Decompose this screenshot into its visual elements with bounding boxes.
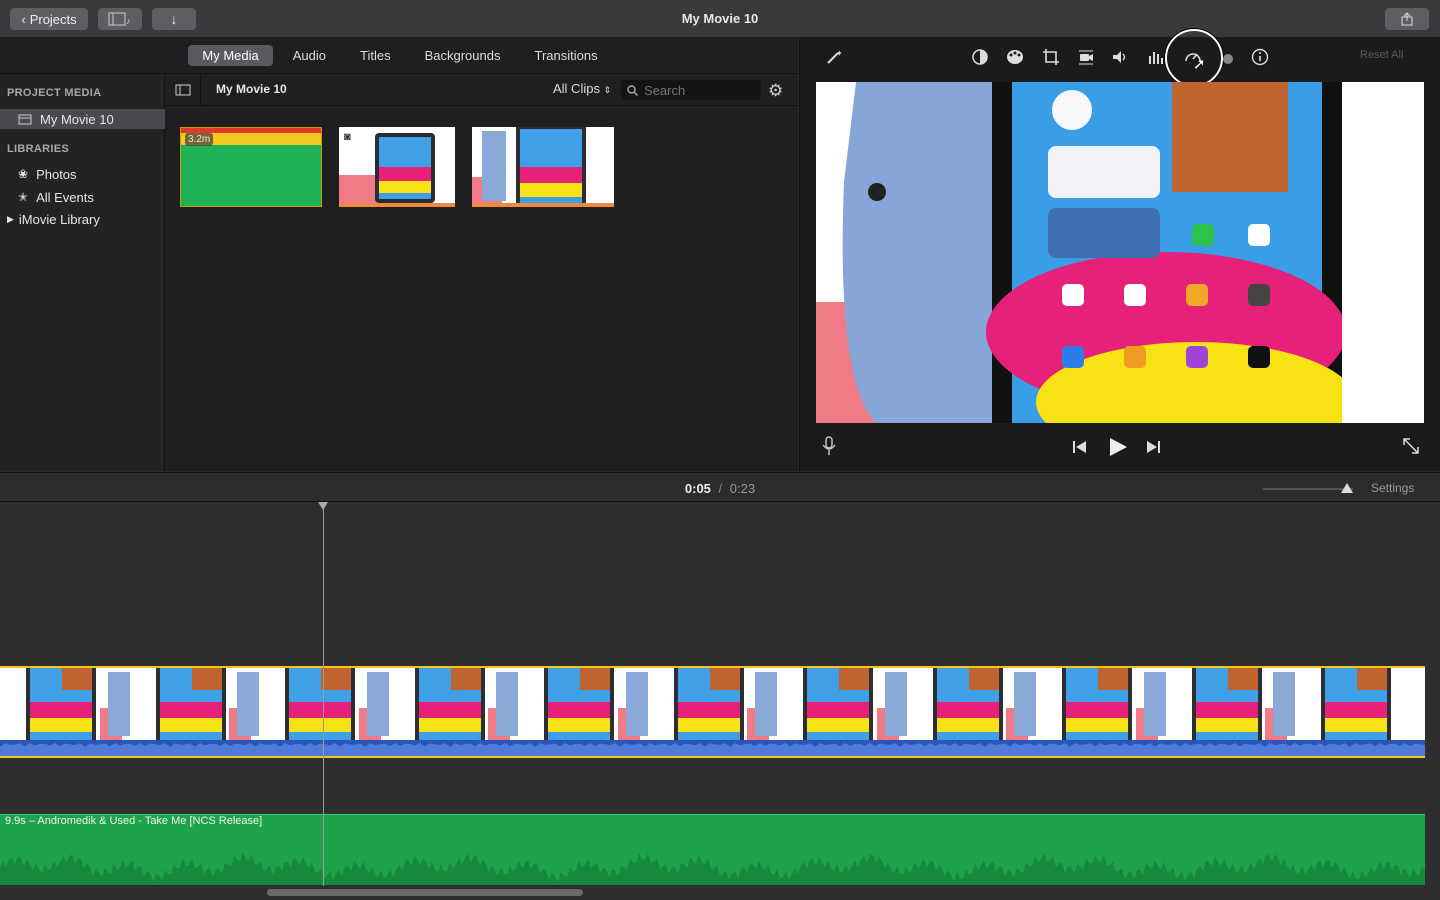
volume-icon[interactable] [1109,46,1131,68]
reset-all-button[interactable]: Reset All [1360,49,1403,61]
noise-reduction-icon[interactable] [1217,46,1239,68]
share-button[interactable] [1385,8,1429,30]
settings-button[interactable]: Settings [1371,481,1414,495]
filmstrip-frame [747,668,877,740]
filmstrip-frame [1265,668,1395,740]
timeline: 9.9s – Andromedik & Used - Take Me [NCS … [0,502,1440,900]
search-icon [627,84,638,96]
filmstrip-frame [1006,668,1136,740]
zoom-slider[interactable] [1263,483,1353,493]
sidebar-icon [175,84,190,96]
video-clip[interactable] [0,666,1425,758]
filmstrip-frame [488,668,618,740]
info-icon[interactable] [1249,46,1271,68]
skip-back-icon[interactable] [1072,439,1088,458]
audio-clip[interactable]: 9.9s – Andromedik & Used - Take Me [NCS … [0,814,1425,885]
tab-titles[interactable]: Titles [346,45,405,66]
microphone-icon[interactable] [822,436,836,461]
tab-backgrounds[interactable]: Backgrounds [411,45,515,66]
sidebar-item-photos[interactable]: ❀ Photos [0,164,165,184]
filmstrip-frame [358,668,489,740]
clip-filter-select[interactable]: All Clips ⇕ [553,81,611,96]
magic-wand-icon[interactable]: ✦ [823,46,845,68]
clip-filmstrip [0,668,1425,740]
clip-audio-waveform [0,740,1425,756]
updown-icon: ⇕ [603,85,612,95]
svg-text:✦: ✦ [836,49,843,58]
playhead[interactable] [318,502,328,886]
horizontal-scrollbar[interactable] [267,889,583,896]
event-title: My Movie 10 [216,82,287,96]
project-media-heading: PROJECT MEDIA [7,87,102,99]
disclosure-triangle-icon: ▶ [7,213,14,224]
sidebar-toggle-button[interactable] [165,74,201,106]
video-preview [816,82,1424,423]
star-icon: ✭ [18,190,29,204]
sidebar-item-my-movie[interactable]: My Movie 10 [0,109,165,129]
media-browser: My Media Audio Titles Backgrounds Transi… [0,38,798,471]
play-icon[interactable] [1107,436,1129,461]
photos-icon: ❀ [18,167,29,181]
libraries-heading: LIBRARIES [7,143,69,155]
skip-forward-icon[interactable] [1145,439,1161,458]
total-time: 0:23 [729,481,756,496]
share-icon [1401,12,1413,26]
libraries-sidebar: PROJECT MEDIA My Movie 10 LIBRARIES ❀ Pho… [0,73,165,471]
filmstrip-frame [99,668,230,740]
fullscreen-icon[interactable] [1402,437,1420,458]
ipad-video-thumbnail [472,127,614,207]
color-correction-icon[interactable] [1004,46,1026,68]
clip-duration-badge: 3.2m [185,133,214,146]
ipad-photo-thumbnail [339,127,455,207]
audio-waveform [0,852,1425,885]
filmstrip-frame [1135,668,1266,740]
search-placeholder: Search [644,82,686,98]
playhead-handle[interactable] [318,502,328,510]
stabilization-icon[interactable] [1075,46,1097,68]
tab-audio[interactable]: Audio [279,45,340,66]
viewer-panel: ✦ ➚ Reset All [799,29,1440,471]
filmstrip-frame [876,668,1007,740]
media-toolbar: My Movie 10 All Clips ⇕ Search ⚙ [165,74,798,106]
audio-clip-label: 9.9s – Andromedik & Used - Take Me [NCS … [5,815,263,827]
zoom-slider-thumb[interactable] [1341,483,1353,493]
timeline-header: 0:05 / 0:23 Settings [0,472,1440,502]
browser-tabs: My Media Audio Titles Backgrounds Transi… [0,38,798,73]
sidebar-item-all-events[interactable]: ✭ All Events [0,187,165,207]
search-field[interactable]: Search [621,80,761,100]
camera-icon: ◙ [344,131,351,143]
tab-my-media[interactable]: My Media [188,45,273,66]
media-clip-1[interactable]: 3.2m [180,127,322,207]
crop-icon[interactable] [1040,46,1062,68]
title-bar: ‹ Projects ♪ ↓ My Movie 10 [0,0,1440,38]
media-clip-3[interactable] [472,127,614,207]
color-balance-icon[interactable] [969,46,991,68]
sidebar-item-imovie-library[interactable]: ▶ iMovie Library [0,209,165,229]
project-icon [18,114,32,125]
mouse-pointer-icon: ➚ [1193,56,1206,73]
equalizer-icon[interactable] [1145,46,1167,68]
preview-frame-image [816,82,1424,423]
tab-transitions[interactable]: Transitions [520,45,611,66]
media-area: My Movie 10 All Clips ⇕ Search ⚙ 3.2m ◙ [165,73,798,471]
window-title: My Movie 10 [681,11,759,26]
timecode: 0:05 / 0:23 [0,481,1440,496]
time-separator: / [718,481,723,496]
current-time: 0:05 [684,481,711,496]
media-clip-2[interactable]: ◙ [339,127,455,207]
filmstrip-frame [229,668,359,740]
filmstrip-frame [0,668,100,740]
filmstrip-frame [617,668,748,740]
gear-icon[interactable]: ⚙ [768,81,783,101]
